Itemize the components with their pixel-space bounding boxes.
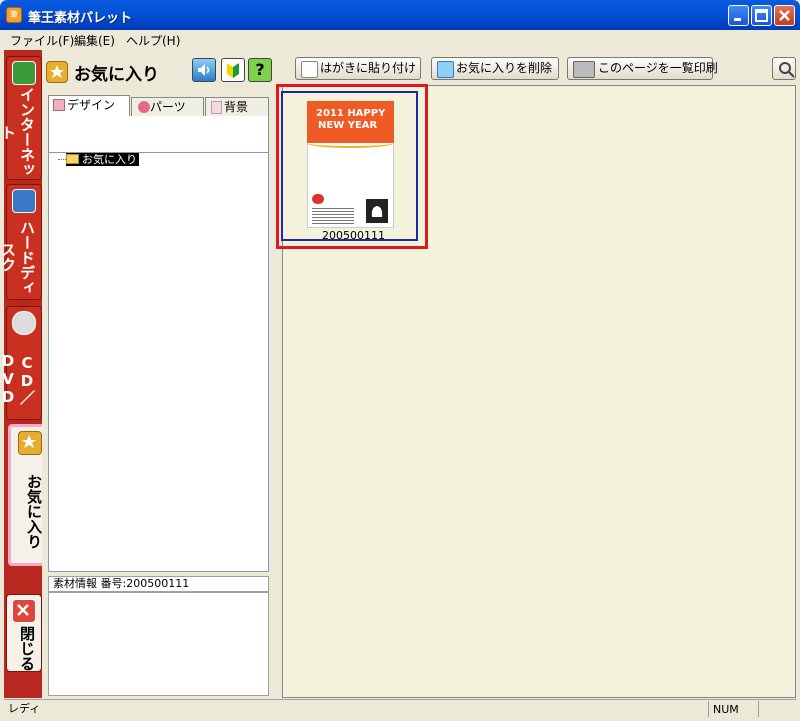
tab-cd-dvd[interactable]: CD／DVD: [0, 306, 42, 420]
tab-parts[interactable]: パーツ: [131, 97, 204, 116]
postcard-icon: [301, 61, 318, 78]
remove-favorite-button[interactable]: お気に入りを削除: [431, 57, 559, 80]
maximize-button[interactable]: [751, 5, 772, 26]
tab-cd-dvd-label: CD／DVD: [0, 352, 36, 406]
tab-internet[interactable]: インターネット: [0, 56, 42, 180]
star-icon: [46, 61, 68, 83]
star-icon: [18, 431, 42, 455]
menu-help[interactable]: ヘルプ(H): [126, 32, 180, 49]
remove-favorite-icon: [437, 61, 454, 78]
tab-design[interactable]: デザイン: [48, 95, 130, 116]
tab-background-label: 背景: [224, 100, 249, 114]
background-icon: [211, 101, 222, 114]
speaker-icon[interactable]: [192, 58, 216, 82]
panel-title: お気に入り: [74, 65, 159, 85]
minimize-button[interactable]: [728, 5, 749, 26]
material-info-label: 素材情報 番号:200500111: [48, 576, 269, 592]
source-tab-strip: インターネット ハードディスク CD／DVD お気に入り 閉じる: [0, 50, 54, 698]
annotation-highlight: [276, 84, 428, 249]
cd-icon: [12, 311, 36, 335]
search-icon: [779, 62, 795, 78]
tab-background[interactable]: 背景: [205, 97, 269, 116]
hard-disk-icon: [12, 189, 36, 213]
internet-icon: [12, 61, 36, 85]
minimize-icon: [734, 18, 741, 21]
app-icon[interactable]: 筆: [6, 7, 22, 23]
design-icon: [53, 99, 65, 111]
flower-icon: [138, 101, 150, 113]
search-button[interactable]: [772, 57, 796, 80]
remove-favorite-label: お気に入りを削除: [456, 61, 553, 75]
tab-hard-disk[interactable]: ハードディスク: [0, 184, 42, 300]
menu-edit[interactable]: 編集(E): [74, 32, 115, 49]
tab-favorites-label: お気に入り: [25, 473, 43, 549]
folder-icon: [66, 154, 79, 164]
menu-bar: ファイル(F) 編集(E) ヘルプ(H): [4, 30, 796, 50]
window-title: 筆王素材パレット: [28, 11, 133, 26]
paste-to-postcard-label: はがきに貼り付け: [320, 61, 417, 75]
tab-body: [48, 116, 269, 152]
tab-design-label: デザイン: [67, 98, 116, 112]
menu-file[interactable]: ファイル(F): [10, 32, 74, 49]
tab-parts-label: パーツ: [150, 100, 186, 114]
material-info-area: [48, 592, 269, 696]
tab-close[interactable]: 閉じる: [6, 594, 42, 672]
status-text: レディ: [8, 702, 41, 715]
print-page-list-button[interactable]: このページを一覧印刷: [567, 57, 718, 80]
close-window-button[interactable]: [774, 5, 795, 26]
status-bar: レディ NUM: [4, 699, 796, 717]
maximize-icon: [755, 9, 768, 22]
beginner-mark-icon[interactable]: [221, 58, 245, 82]
help-icon[interactable]: ?: [248, 58, 272, 82]
print-page-list-label: このページを一覧印刷: [598, 61, 718, 75]
folder-tree[interactable]: [48, 152, 269, 572]
paste-to-postcard-button[interactable]: はがきに貼り付け: [295, 57, 421, 80]
close-x-icon: [12, 599, 36, 623]
tab-hard-disk-label: ハードディスク: [0, 219, 36, 295]
printer-icon: [573, 61, 595, 78]
close-icon: [779, 10, 790, 21]
tab-close-label: 閉じる: [18, 625, 36, 671]
tab-internet-label: インターネット: [0, 87, 36, 177]
status-pane-empty: [758, 701, 799, 717]
tree-line: [58, 159, 66, 160]
num-lock-indicator: NUM: [708, 701, 761, 717]
